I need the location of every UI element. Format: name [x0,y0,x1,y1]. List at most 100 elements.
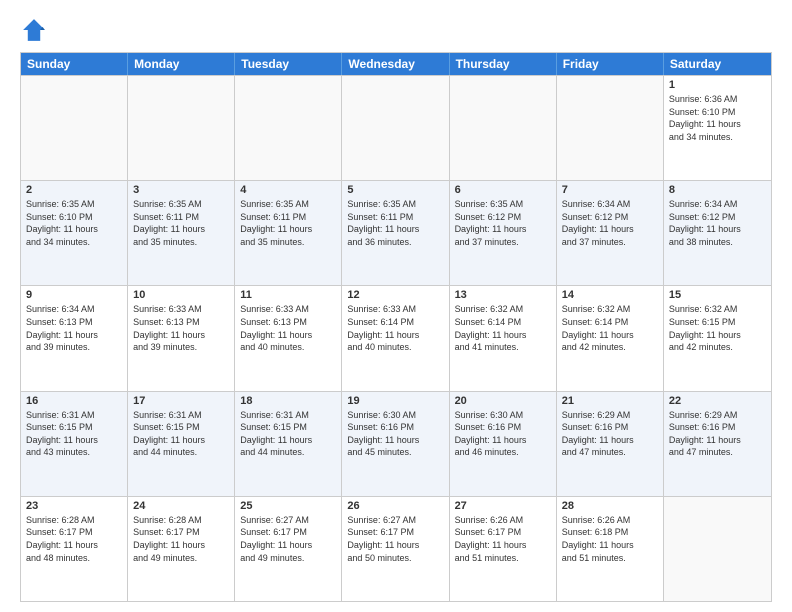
day-number: 13 [455,289,551,301]
day-cell-1: 1 Sunrise: 6:36 AM Sunset: 6:10 PM Daylig… [664,76,771,180]
empty-cell [342,76,449,180]
calendar-row-4: 23 Sunrise: 6:28 AM Sunset: 6:17 PM Dayli… [21,496,771,601]
day-cell-4: 4Sunrise: 6:35 AM Sunset: 6:11 PM Daylig… [235,181,342,285]
day-cell-14: 14 Sunrise: 6:32 AM Sunset: 6:14 PM Dayli… [557,286,664,390]
day-info: Sunrise: 6:28 AM Sunset: 6:17 PM Dayligh… [26,514,122,564]
calendar-row-0: 1 Sunrise: 6:36 AM Sunset: 6:10 PM Daylig… [21,75,771,180]
day-cell-25: 25Sunrise: 6:27 AM Sunset: 6:17 PM Dayli… [235,497,342,601]
empty-cell [664,497,771,601]
day-number: 3 [133,184,229,196]
day-number: 27 [455,500,551,512]
day-info: Sunrise: 6:34 AM Sunset: 6:12 PM Dayligh… [669,198,766,248]
day-number: 14 [562,289,658,301]
day-number: 10 [133,289,229,301]
day-number: 22 [669,395,766,407]
day-cell-7: 7 Sunrise: 6:34 AM Sunset: 6:12 PM Daylig… [557,181,664,285]
day-number: 7 [562,184,658,196]
day-info: Sunrise: 6:35 AM Sunset: 6:11 PM Dayligh… [133,198,229,248]
day-info: Sunrise: 6:30 AM Sunset: 6:16 PM Dayligh… [455,409,551,459]
day-number: 19 [347,395,443,407]
day-cell-26: 26 Sunrise: 6:27 AM Sunset: 6:17 PM Dayli… [342,497,449,601]
day-cell-23: 23 Sunrise: 6:28 AM Sunset: 6:17 PM Dayli… [21,497,128,601]
header-day-monday: Monday [128,53,235,75]
day-cell-9: 9Sunrise: 6:34 AM Sunset: 6:13 PM Daylig… [21,286,128,390]
day-cell-8: 8 Sunrise: 6:34 AM Sunset: 6:12 PM Daylig… [664,181,771,285]
calendar-header: SundayMondayTuesdayWednesdayThursdayFrid… [21,53,771,75]
day-info: Sunrise: 6:35 AM Sunset: 6:11 PM Dayligh… [347,198,443,248]
day-number: 5 [347,184,443,196]
header-day-wednesday: Wednesday [342,53,449,75]
header-day-thursday: Thursday [450,53,557,75]
day-cell-27: 27 Sunrise: 6:26 AM Sunset: 6:17 PM Dayli… [450,497,557,601]
day-info: Sunrise: 6:36 AM Sunset: 6:10 PM Dayligh… [669,93,766,143]
calendar-row-1: 2 Sunrise: 6:35 AM Sunset: 6:10 PM Daylig… [21,180,771,285]
day-cell-20: 20Sunrise: 6:30 AM Sunset: 6:16 PM Dayli… [450,392,557,496]
day-info: Sunrise: 6:26 AM Sunset: 6:17 PM Dayligh… [455,514,551,564]
day-number: 11 [240,289,336,301]
day-info: Sunrise: 6:33 AM Sunset: 6:14 PM Dayligh… [347,303,443,353]
day-cell-28: 28 Sunrise: 6:26 AM Sunset: 6:18 PM Dayli… [557,497,664,601]
day-info: Sunrise: 6:33 AM Sunset: 6:13 PM Dayligh… [240,303,336,353]
empty-cell [557,76,664,180]
day-info: Sunrise: 6:29 AM Sunset: 6:16 PM Dayligh… [669,409,766,459]
day-cell-5: 5 Sunrise: 6:35 AM Sunset: 6:11 PM Daylig… [342,181,449,285]
day-cell-3: 3 Sunrise: 6:35 AM Sunset: 6:11 PM Daylig… [128,181,235,285]
day-number: 26 [347,500,443,512]
header-day-friday: Friday [557,53,664,75]
day-cell-13: 13 Sunrise: 6:32 AM Sunset: 6:14 PM Dayli… [450,286,557,390]
day-number: 17 [133,395,229,407]
day-cell-21: 21 Sunrise: 6:29 AM Sunset: 6:16 PM Dayli… [557,392,664,496]
day-number: 18 [240,395,336,407]
header-day-sunday: Sunday [21,53,128,75]
header-day-saturday: Saturday [664,53,771,75]
day-cell-15: 15Sunrise: 6:32 AM Sunset: 6:15 PM Dayli… [664,286,771,390]
logo [20,16,50,44]
day-info: Sunrise: 6:27 AM Sunset: 6:17 PM Dayligh… [347,514,443,564]
day-number: 28 [562,500,658,512]
empty-cell [450,76,557,180]
day-info: Sunrise: 6:31 AM Sunset: 6:15 PM Dayligh… [26,409,122,459]
empty-cell [128,76,235,180]
empty-cell [21,76,128,180]
day-number: 2 [26,184,122,196]
day-cell-19: 19 Sunrise: 6:30 AM Sunset: 6:16 PM Dayli… [342,392,449,496]
day-cell-24: 24Sunrise: 6:28 AM Sunset: 6:17 PM Dayli… [128,497,235,601]
calendar-row-3: 16 Sunrise: 6:31 AM Sunset: 6:15 PM Dayli… [21,391,771,496]
day-number: 4 [240,184,336,196]
day-number: 15 [669,289,766,301]
header [20,16,772,44]
day-info: Sunrise: 6:32 AM Sunset: 6:14 PM Dayligh… [562,303,658,353]
day-cell-11: 11 Sunrise: 6:33 AM Sunset: 6:13 PM Dayli… [235,286,342,390]
day-cell-16: 16 Sunrise: 6:31 AM Sunset: 6:15 PM Dayli… [21,392,128,496]
day-number: 16 [26,395,122,407]
day-info: Sunrise: 6:32 AM Sunset: 6:14 PM Dayligh… [455,303,551,353]
day-cell-2: 2 Sunrise: 6:35 AM Sunset: 6:10 PM Daylig… [21,181,128,285]
day-info: Sunrise: 6:33 AM Sunset: 6:13 PM Dayligh… [133,303,229,353]
day-info: Sunrise: 6:26 AM Sunset: 6:18 PM Dayligh… [562,514,658,564]
day-info: Sunrise: 6:29 AM Sunset: 6:16 PM Dayligh… [562,409,658,459]
header-day-tuesday: Tuesday [235,53,342,75]
day-info: Sunrise: 6:28 AM Sunset: 6:17 PM Dayligh… [133,514,229,564]
day-number: 8 [669,184,766,196]
day-number: 1 [669,79,766,91]
day-cell-6: 6Sunrise: 6:35 AM Sunset: 6:12 PM Daylig… [450,181,557,285]
day-info: Sunrise: 6:31 AM Sunset: 6:15 PM Dayligh… [133,409,229,459]
day-cell-17: 17 Sunrise: 6:31 AM Sunset: 6:15 PM Dayli… [128,392,235,496]
day-info: Sunrise: 6:27 AM Sunset: 6:17 PM Dayligh… [240,514,336,564]
day-info: Sunrise: 6:35 AM Sunset: 6:10 PM Dayligh… [26,198,122,248]
day-info: Sunrise: 6:31 AM Sunset: 6:15 PM Dayligh… [240,409,336,459]
day-info: Sunrise: 6:35 AM Sunset: 6:12 PM Dayligh… [455,198,551,248]
day-cell-12: 12 Sunrise: 6:33 AM Sunset: 6:14 PM Dayli… [342,286,449,390]
calendar-body: 1 Sunrise: 6:36 AM Sunset: 6:10 PM Daylig… [21,75,771,601]
page: SundayMondayTuesdayWednesdayThursdayFrid… [0,0,792,612]
calendar-row-2: 9Sunrise: 6:34 AM Sunset: 6:13 PM Daylig… [21,285,771,390]
calendar: SundayMondayTuesdayWednesdayThursdayFrid… [20,52,772,602]
day-info: Sunrise: 6:30 AM Sunset: 6:16 PM Dayligh… [347,409,443,459]
day-cell-18: 18 Sunrise: 6:31 AM Sunset: 6:15 PM Dayli… [235,392,342,496]
day-number: 21 [562,395,658,407]
logo-icon [20,16,48,44]
day-number: 12 [347,289,443,301]
day-number: 23 [26,500,122,512]
day-number: 9 [26,289,122,301]
day-info: Sunrise: 6:34 AM Sunset: 6:12 PM Dayligh… [562,198,658,248]
